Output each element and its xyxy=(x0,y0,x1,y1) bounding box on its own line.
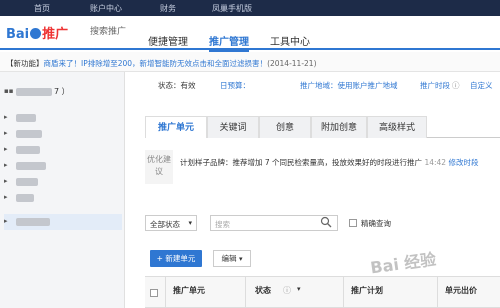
col-plan[interactable]: 推广计划 xyxy=(351,285,383,296)
blurred-plan-name xyxy=(16,218,50,226)
tab-advanced-styles[interactable]: 高级样式 xyxy=(367,116,427,138)
tab-keywords[interactable]: 关键词 xyxy=(207,116,259,138)
announcement-bar: 【新功能】商盾来了！IP排除增至200，新增智能防无效点击和全面过滤损害！(20… xyxy=(0,52,500,72)
edit-label: 编辑 xyxy=(221,254,237,263)
optimization-suggestion: 计划样子品牌：推荐增加 7 个同民检索量高，投放效果好的时段进行推广 14:42… xyxy=(180,157,478,168)
column-divider xyxy=(245,277,246,308)
tree-item[interactable]: ▸ xyxy=(4,190,122,206)
help-icon[interactable]: ⓘ xyxy=(452,80,460,91)
chevron-right-icon[interactable]: ▸ xyxy=(4,193,8,201)
optimization-label: 优化建议 xyxy=(145,150,173,184)
top-navbar: 首页 账户中心 财务 凤巢手机版 xyxy=(0,0,500,16)
watermark-logo: Bai 经验 xyxy=(369,249,438,278)
chevron-down-icon: ▾ xyxy=(238,255,243,263)
grid-icon: ▪▪ xyxy=(4,87,14,95)
chevron-right-icon[interactable]: ▸ xyxy=(4,129,8,137)
chevron-right-icon[interactable]: ▸ xyxy=(4,113,8,121)
tab-units[interactable]: 推广单元 xyxy=(145,116,207,138)
paw-icon xyxy=(30,28,42,39)
tree-item[interactable]: ▸ xyxy=(4,174,122,190)
tree-root-count: 7 ） xyxy=(54,87,70,96)
nav-mobile-link[interactable]: 凤巢手机版 xyxy=(212,3,252,14)
tab-quick-manage[interactable]: 便捷管理 xyxy=(148,33,188,48)
exact-query-label: 精确查询 xyxy=(361,219,391,228)
status-filter-select[interactable]: 全部状态 ▾ xyxy=(145,215,197,231)
column-divider xyxy=(343,277,344,308)
period-link[interactable]: 推广时段 xyxy=(420,80,450,91)
search-input[interactable]: 搜索 xyxy=(210,215,338,231)
tab-promotion-manage[interactable]: 推广管理 xyxy=(209,33,249,52)
tab-extra-creatives[interactable]: 附加创意 xyxy=(311,116,367,138)
account-tree-sidebar: ▪▪ 7 ） ▸ ▸ ▸ ▸ ▸ ▸ ▸ xyxy=(0,72,125,308)
logo-subtitle: 搜索推广 xyxy=(90,27,127,37)
budget-label[interactable]: 日预算： xyxy=(220,80,250,91)
tree-item[interactable]: ▸ xyxy=(4,158,122,174)
tree-item[interactable]: ▸ xyxy=(4,126,122,142)
chevron-down-icon: ▾ xyxy=(188,219,192,227)
column-divider xyxy=(165,277,166,308)
col-bid[interactable]: 单元出价 xyxy=(445,285,477,296)
status-label: 状态：有效 xyxy=(158,81,196,90)
header-bar xyxy=(0,16,500,50)
tab-tools-center[interactable]: 工具中心 xyxy=(270,33,310,48)
announcement-date: (2014-11-21) xyxy=(267,59,317,68)
search-icon[interactable] xyxy=(320,216,332,228)
tree-item-selected[interactable]: ▸ xyxy=(4,214,122,230)
select-all-checkbox[interactable] xyxy=(150,289,158,297)
edit-dropdown-button[interactable]: 编辑 ▾ xyxy=(213,250,251,267)
suggestion-time: 14:42 xyxy=(424,158,447,167)
nav-finance-link[interactable]: 财务 xyxy=(160,3,176,14)
col-status[interactable]: 状态 xyxy=(255,285,271,296)
status-filter-value: 全部状态 xyxy=(150,220,180,229)
blurred-plan-name xyxy=(16,130,42,138)
tree-root-item[interactable]: ▪▪ 7 ） xyxy=(4,84,122,100)
tree-item[interactable]: ▸ xyxy=(4,110,122,126)
suggestion-text: 计划样子品牌：推荐增加 7 个同民检索量高，投放效果好的时段进行推广 xyxy=(180,158,423,167)
help-icon[interactable]: ⓘ xyxy=(283,285,291,296)
blurred-plan-name xyxy=(16,162,46,170)
unit-status-bar: 状态：有效 日预算： 推广地域：使用账户推广地域 推广时段 ⓘ 自定义 xyxy=(130,80,500,94)
tab-creatives[interactable]: 创意 xyxy=(259,116,311,138)
tree-item[interactable]: ▸ xyxy=(4,142,122,158)
logo-accent: 推广 xyxy=(42,27,69,42)
baidu-logo[interactable]: Bai 推广 xyxy=(6,23,68,42)
region-link[interactable]: 推广地域：使用账户推广地域 xyxy=(300,80,398,91)
blurred-plan-name xyxy=(16,114,36,122)
nav-home-link[interactable]: 首页 xyxy=(34,3,50,14)
table-header: 推广单元 状态 ⓘ ▾ 推广计划 单元出价 xyxy=(145,276,500,308)
chevron-right-icon[interactable]: ▸ xyxy=(4,161,8,169)
blurred-account-name xyxy=(16,88,52,96)
logo-text: Bai xyxy=(6,27,30,42)
col-unit[interactable]: 推广单元 xyxy=(173,285,205,296)
modify-period-link[interactable]: 修改时段 xyxy=(448,158,478,167)
announcement-link[interactable]: 商盾来了！IP排除增至200，新增智能防无效点击和全面过滤损害！ xyxy=(44,59,268,68)
blurred-plan-name xyxy=(16,146,40,154)
content-tabs: 推广单元 关键词 创意 附加创意 高级样式 xyxy=(145,116,500,138)
chevron-right-icon[interactable]: ▸ xyxy=(4,217,8,225)
custom-link[interactable]: 自定义 xyxy=(470,80,493,91)
announcement-label: 【新功能】 xyxy=(6,59,44,68)
blurred-plan-name xyxy=(16,178,38,186)
chevron-right-icon[interactable]: ▸ xyxy=(4,177,8,185)
chevron-down-icon[interactable]: ▾ xyxy=(297,285,301,293)
new-unit-button[interactable]: + 新建单元 xyxy=(150,250,202,267)
exact-query-checkbox[interactable] xyxy=(349,219,357,227)
blurred-plan-name xyxy=(16,194,34,202)
column-divider xyxy=(437,277,438,308)
chevron-right-icon[interactable]: ▸ xyxy=(4,145,8,153)
nav-account-center-link[interactable]: 账户中心 xyxy=(90,3,122,14)
